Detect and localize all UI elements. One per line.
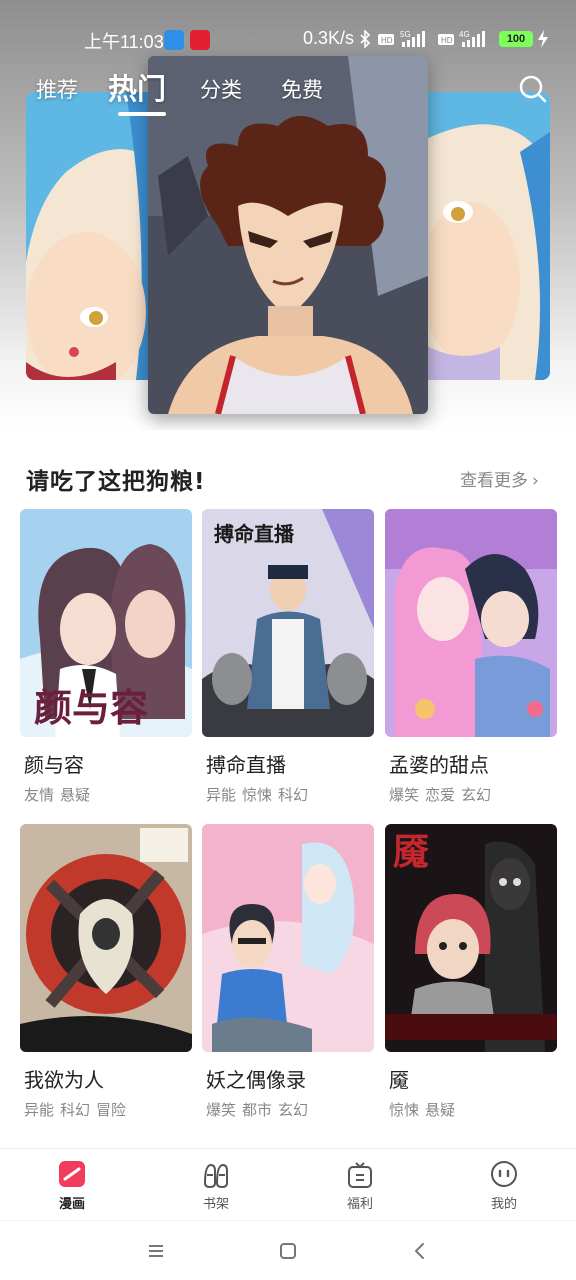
comic-cover — [202, 824, 374, 1052]
comic-tag: 恋爱 — [425, 786, 456, 804]
chevron-right-icon: › — [532, 471, 539, 491]
comic-tag: 都市 — [242, 1101, 273, 1119]
charging-icon — [538, 30, 548, 48]
comic-tags: 异能 惊悚 科幻 — [206, 784, 374, 805]
comic-tag: 科幻 — [278, 786, 309, 804]
active-tab-indicator — [118, 112, 166, 116]
comic-cover-title: 魇 — [393, 831, 429, 873]
sim1-label: 5G — [400, 30, 411, 39]
status-net-speed: 0.3K/s — [303, 28, 355, 48]
comic-title: 妖之偶像录 — [206, 1068, 306, 1092]
comic-title: 魇 — [389, 1068, 409, 1092]
tab-hot[interactable]: 热门 — [108, 66, 166, 108]
comic-tag: 异能 — [24, 1101, 55, 1119]
signal-sim2-icon: HD 4G — [438, 30, 485, 47]
comic-tag: 惊悚 — [242, 786, 273, 804]
comic-card[interactable]: 魇 魇 惊悚 悬疑 — [385, 824, 557, 1120]
see-more-link[interactable]: 查看更多 › — [460, 466, 539, 491]
comic-tags: 爆笑 恋爱 玄幻 — [389, 784, 557, 805]
menu-icon[interactable] — [144, 1239, 168, 1263]
banner-right-card[interactable] — [420, 92, 550, 380]
comic-card[interactable]: 孟婆的甜点 爆笑 恋爱 玄幻 — [385, 509, 557, 805]
notification-app-icon — [190, 30, 210, 50]
comic-tag: 友情 — [24, 786, 55, 804]
comic-title: 我欲为人 — [24, 1068, 104, 1092]
notification-app-icon — [164, 30, 184, 50]
svg-text:HD: HD — [381, 36, 393, 45]
comic-tag: 科幻 — [60, 1101, 91, 1119]
comic-cover — [385, 509, 557, 737]
comic-cover — [20, 824, 192, 1052]
comic-cover: 搏命直播 — [202, 509, 374, 737]
tab-recommend[interactable]: 推荐 — [36, 74, 78, 104]
hero-banner: 上午11:03 0.3K/s HD 5G HD 4G 100 推荐 热门 分类 … — [0, 0, 576, 430]
bluetooth-icon — [360, 30, 371, 48]
nav-label: 漫画 — [58, 1197, 85, 1212]
comic-icon — [59, 1161, 85, 1187]
comic-tags: 友情 悬疑 — [24, 784, 192, 805]
comic-tags: 惊悚 悬疑 — [389, 1099, 557, 1120]
comic-card[interactable]: 我欲为人 异能 科幻 冒险 — [20, 824, 192, 1120]
nav-item-bookshelf[interactable]: 书架 — [176, 1159, 256, 1212]
nav-label: 福利 — [346, 1197, 373, 1212]
comic-tag: 玄幻 — [278, 1101, 309, 1119]
banner-left-card[interactable] — [26, 92, 156, 380]
home-icon[interactable] — [276, 1239, 300, 1263]
comic-tag: 玄幻 — [461, 786, 492, 804]
top-tab-bar: 推荐 热门 分类 免费 — [0, 64, 576, 116]
comic-card[interactable]: 搏命直播 搏命直播 异能 惊悚 科幻 — [202, 509, 374, 805]
system-nav-bar — [0, 1220, 576, 1280]
comic-cover-title: 搏命直播 — [214, 522, 295, 546]
comic-tag: 爆笑 — [206, 1101, 237, 1119]
comic-cover: 颜与容 — [20, 509, 192, 737]
battery-indicator: 100 — [499, 31, 533, 47]
status-bar: 上午11:03 0.3K/s HD 5G HD 4G 100 — [0, 28, 576, 54]
comic-card[interactable]: 妖之偶像录 爆笑 都市 玄幻 — [202, 824, 374, 1120]
sim2-label: 4G — [459, 30, 470, 39]
comic-tags: 爆笑 都市 玄幻 — [206, 1099, 374, 1120]
nav-label: 我的 — [490, 1197, 517, 1212]
tab-free[interactable]: 免费 — [281, 74, 323, 104]
bookshelf-icon — [203, 1163, 228, 1189]
svg-text:HD: HD — [441, 36, 453, 45]
comic-title: 搏命直播 — [206, 753, 286, 777]
comic-cover: 魇 — [385, 824, 557, 1052]
comic-tag: 异能 — [206, 786, 237, 804]
bottom-nav-bar: 漫画 书架 福利 我的 — [0, 1148, 576, 1220]
comic-title: 孟婆的甜点 — [389, 753, 489, 777]
comic-tag: 冒险 — [96, 1101, 127, 1119]
comic-cover-title: 颜与容 — [34, 685, 148, 730]
banner-left-image — [26, 92, 156, 380]
status-time: 上午11:03 — [84, 32, 164, 52]
nav-label: 书架 — [202, 1197, 229, 1212]
tab-category[interactable]: 分类 — [200, 74, 242, 104]
comic-card[interactable]: 颜与容 颜与容 友情 悬疑 — [20, 509, 192, 805]
comic-tags: 异能 科幻 冒险 — [24, 1099, 192, 1120]
nav-item-profile[interactable]: 我的 — [464, 1159, 544, 1212]
gift-icon — [348, 1162, 372, 1188]
see-more-label: 查看更多 — [460, 471, 528, 491]
comic-tag: 悬疑 — [425, 1101, 456, 1119]
comic-title: 颜与容 — [24, 753, 84, 777]
banner-right-image — [420, 92, 550, 380]
section-title: 请吃了这把狗粮! — [26, 469, 206, 495]
nav-item-welfare[interactable]: 福利 — [320, 1159, 400, 1212]
back-icon[interactable] — [408, 1239, 432, 1263]
nav-item-comic[interactable]: 漫画 — [32, 1159, 112, 1212]
comic-tag: 惊悚 — [389, 1101, 420, 1119]
comic-tag: 爆笑 — [389, 786, 420, 804]
signal-sim1-icon: HD 5G — [378, 30, 425, 47]
profile-icon — [491, 1161, 517, 1187]
comic-tag: 悬疑 — [60, 786, 91, 804]
search-icon[interactable] — [518, 74, 548, 104]
